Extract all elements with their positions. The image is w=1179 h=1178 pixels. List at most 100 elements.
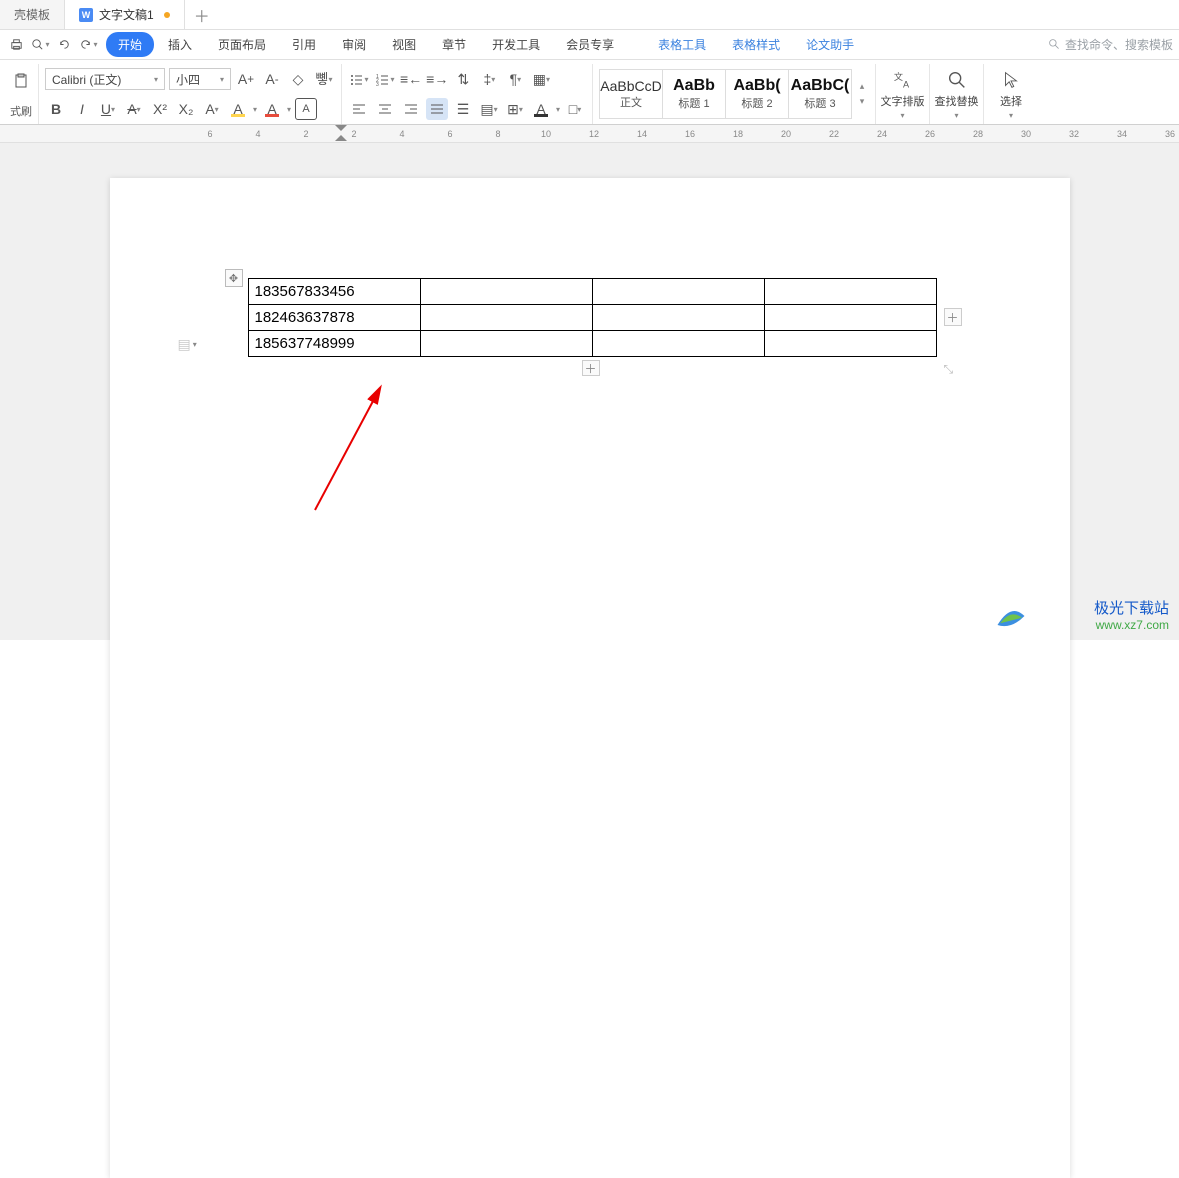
table-cell[interactable] — [420, 279, 592, 305]
command-search[interactable]: 查找命令、搜索模板 — [1048, 36, 1173, 53]
clear-format-icon[interactable]: ◇ — [287, 68, 309, 90]
format-painter-label: 式刷 — [10, 103, 32, 119]
new-tab-button[interactable]: ＋ — [185, 0, 219, 29]
quick-access-toolbar: ▾ ▾ — [6, 35, 98, 55]
table-cell[interactable] — [592, 331, 764, 357]
font-color-button[interactable]: A — [261, 98, 283, 120]
select-button[interactable]: 选择▾ — [984, 64, 1038, 124]
svg-text:3: 3 — [376, 82, 379, 87]
table-cell[interactable]: 182463637878 — [248, 305, 420, 331]
sort-button[interactable]: ⇅ — [452, 68, 474, 90]
style-gallery: AaBbCcD正文 AaBb标题 1 AaBb(标题 2 AaBbC(标题 3 … — [593, 64, 876, 124]
unsaved-indicator-icon — [164, 12, 170, 18]
ribbon-toolbar: 式刷 Calibri (正文)▾ 小四▾ A+ A- ◇ 뼿▾ B I U▾ A… — [0, 60, 1179, 125]
superscript-button[interactable]: X² — [149, 98, 171, 120]
pinyin-icon[interactable]: 뼿▾ — [313, 68, 335, 90]
page[interactable]: ✥ 183567833456 182463637878 185637748999 — [110, 178, 1070, 1178]
table-cell[interactable] — [764, 331, 936, 357]
menu-row: ▾ ▾ 开始 插入 页面布局 引用 审阅 视图 章节 开发工具 会员专享 表格工… — [0, 30, 1179, 60]
char-border-button[interactable]: A — [295, 98, 317, 120]
borders-button[interactable]: ▦▾ — [530, 68, 552, 90]
table-cell[interactable] — [592, 305, 764, 331]
ribbon-tab-review[interactable]: 审阅 — [330, 32, 378, 57]
table-cell[interactable] — [764, 279, 936, 305]
table-cell[interactable]: 185637748999 — [248, 331, 420, 357]
tab-templates[interactable]: 壳模板 — [0, 0, 65, 29]
align-justify-button[interactable] — [426, 98, 448, 120]
ribbon-tab-member[interactable]: 会员专享 — [554, 32, 626, 57]
font-group: Calibri (正文)▾ 小四▾ A+ A- ◇ 뼿▾ B I U▾ A▾ X… — [39, 64, 342, 124]
ribbon-tab-tablestyle[interactable]: 表格样式 — [720, 32, 792, 57]
decrease-indent-button[interactable]: ≡← — [400, 68, 422, 90]
subscript-button[interactable]: X₂ — [175, 98, 197, 120]
table-cell[interactable] — [764, 305, 936, 331]
para-border-button[interactable]: □▾ — [564, 98, 586, 120]
align-right-button[interactable] — [400, 98, 422, 120]
strike-button[interactable]: A▾ — [123, 98, 145, 120]
shrink-font-icon[interactable]: A- — [261, 68, 283, 90]
add-row-button[interactable]: ＋ — [582, 360, 600, 376]
font-size-select[interactable]: 小四▾ — [169, 68, 231, 90]
table-row: 182463637878 — [248, 305, 936, 331]
document-area: ✥ 183567833456 182463637878 185637748999 — [0, 143, 1179, 640]
table-cell[interactable] — [420, 305, 592, 331]
document-table[interactable]: 183567833456 182463637878 185637748999 — [248, 278, 937, 357]
numbering-button[interactable]: 123▾ — [374, 68, 396, 90]
ribbon-tabs: 开始 插入 页面布局 引用 审阅 视图 章节 开发工具 会员专享 表格工具 表格… — [106, 32, 866, 57]
highlight-button[interactable]: A — [227, 98, 249, 120]
tab-label: 文字文稿1 — [99, 6, 154, 23]
page-margin-icon: ▤▾ — [178, 336, 197, 353]
tab-marks-button[interactable]: ⊞▾ — [504, 98, 526, 120]
tab-bar: 壳模板 W 文字文稿1 ＋ — [0, 0, 1179, 30]
ribbon-tab-tabletools[interactable]: 表格工具 — [646, 32, 718, 57]
tab-document[interactable]: W 文字文稿1 — [65, 0, 185, 29]
show-marks-button[interactable]: ¶▾ — [504, 68, 526, 90]
ribbon-tab-start[interactable]: 开始 — [106, 32, 154, 57]
style-heading1[interactable]: AaBb标题 1 — [662, 69, 726, 119]
align-center-button[interactable] — [374, 98, 396, 120]
style-heading3[interactable]: AaBbC(标题 3 — [788, 69, 852, 119]
indent-marker-icon[interactable] — [335, 125, 347, 141]
redo-icon[interactable]: ▾ — [78, 35, 98, 55]
bold-button[interactable]: B — [45, 98, 67, 120]
ribbon-tab-insert[interactable]: 插入 — [156, 32, 204, 57]
shading-button[interactable]: ▤▾ — [478, 98, 500, 120]
bullets-button[interactable]: ▾ — [348, 68, 370, 90]
add-column-button[interactable]: ＋ — [944, 308, 962, 326]
style-normal[interactable]: AaBbCcD正文 — [599, 69, 663, 119]
find-replace-button[interactable]: 查找替换▾ — [930, 64, 984, 124]
increase-indent-button[interactable]: ≡→ — [426, 68, 448, 90]
search-icon — [1048, 38, 1061, 51]
text-layout-button[interactable]: 文A 文字排版▾ — [876, 64, 930, 124]
svg-text:A: A — [903, 79, 910, 89]
table-cell[interactable] — [592, 279, 764, 305]
grow-font-icon[interactable]: A+ — [235, 68, 257, 90]
align-distribute-button[interactable]: ☰ — [452, 98, 474, 120]
ribbon-tab-devtools[interactable]: 开发工具 — [480, 32, 552, 57]
paste-icon[interactable] — [10, 70, 32, 92]
table-resize-handle[interactable]: ⤡ — [944, 362, 958, 376]
ribbon-tab-thesis[interactable]: 论文助手 — [794, 32, 866, 57]
horizontal-ruler[interactable]: 642 246 81012 141618 202224 262830 32343… — [0, 125, 1179, 143]
ribbon-tab-references[interactable]: 引用 — [280, 32, 328, 57]
ribbon-tab-chapter[interactable]: 章节 — [430, 32, 478, 57]
table-cell[interactable] — [420, 331, 592, 357]
ribbon-tab-view[interactable]: 视图 — [380, 32, 428, 57]
line-spacing-button[interactable]: ‡▾ — [478, 68, 500, 90]
undo-icon[interactable] — [54, 35, 74, 55]
watermark-logo-icon — [993, 598, 1029, 634]
italic-button[interactable]: I — [71, 98, 93, 120]
table-cell[interactable]: 183567833456 — [248, 279, 420, 305]
preview-icon[interactable]: ▾ — [30, 35, 50, 55]
ribbon-tab-layout[interactable]: 页面布局 — [206, 32, 278, 57]
table-move-handle[interactable]: ✥ — [225, 269, 243, 287]
text-direction-button[interactable]: A — [530, 98, 552, 120]
underline-button[interactable]: U▾ — [97, 98, 119, 120]
align-left-button[interactable] — [348, 98, 370, 120]
font-family-select[interactable]: Calibri (正文)▾ — [45, 68, 165, 90]
style-gallery-more[interactable]: ▴▾ — [855, 81, 869, 107]
paragraph-group: ▾ 123▾ ≡← ≡→ ⇅ ‡▾ ¶▾ ▦▾ ☰ ▤▾ ⊞▾ A▾ □▾ — [342, 64, 593, 124]
text-effects-button[interactable]: A▾ — [201, 98, 223, 120]
print-icon[interactable] — [6, 35, 26, 55]
style-heading2[interactable]: AaBb(标题 2 — [725, 69, 789, 119]
